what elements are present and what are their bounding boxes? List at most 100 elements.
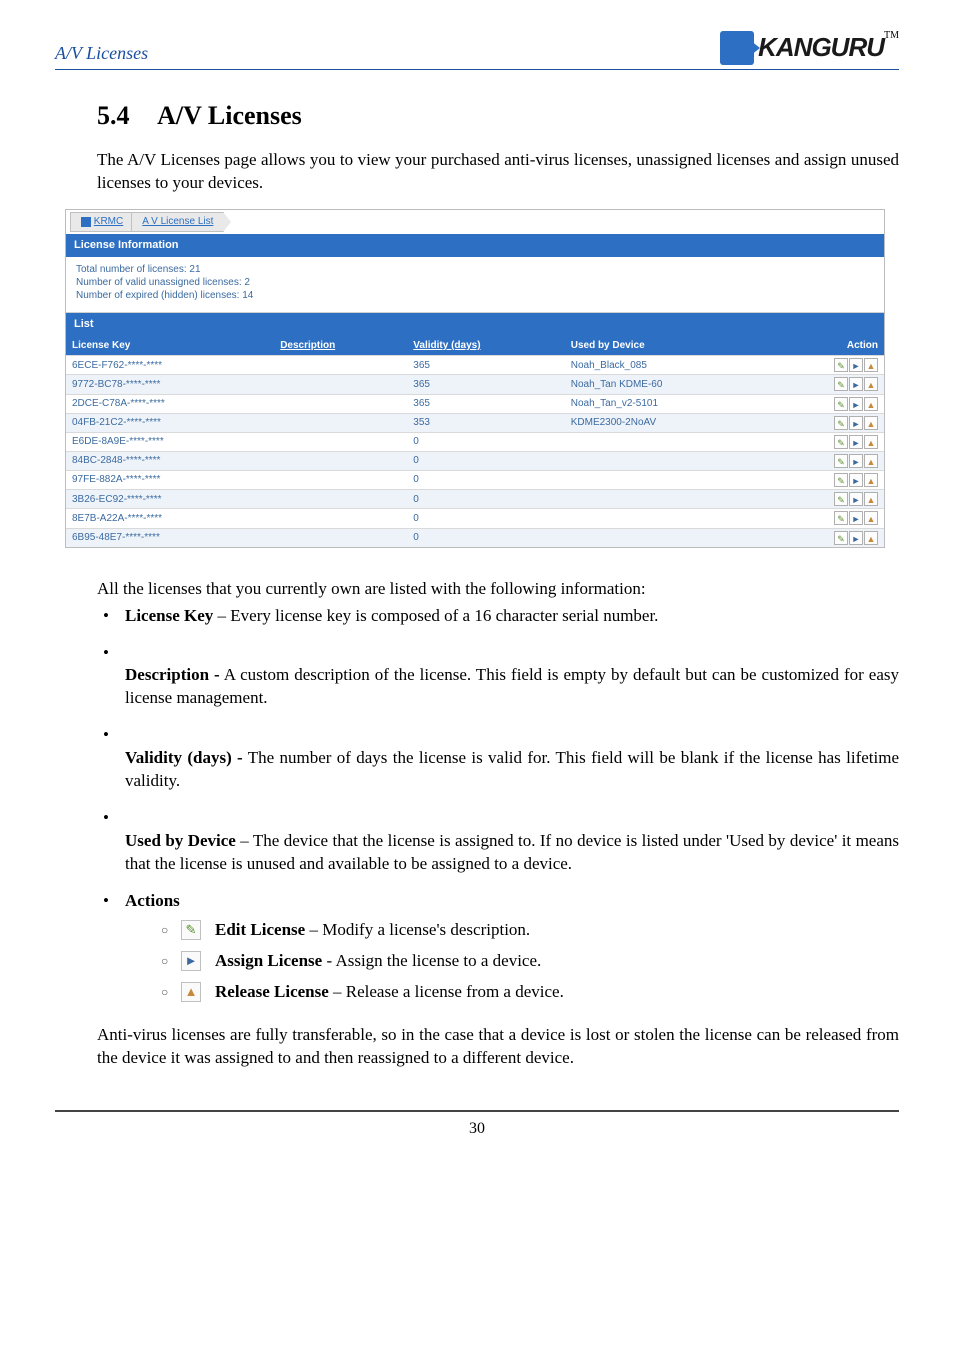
release-icon[interactable] bbox=[864, 454, 878, 468]
cell-used bbox=[565, 490, 771, 509]
release-icon[interactable] bbox=[864, 511, 878, 525]
cell-used bbox=[565, 528, 771, 547]
bullet-validity: Validity (days) - The number of days the… bbox=[97, 724, 899, 793]
cell-actions bbox=[771, 451, 884, 470]
section-title-text: A/V Licenses bbox=[157, 101, 302, 130]
cell-key: 6B95-48E7-****-**** bbox=[66, 528, 274, 547]
license-table: License Key Description Validity (days) … bbox=[66, 336, 884, 547]
cell-validity: 353 bbox=[407, 413, 564, 432]
table-row[interactable]: 6ECE-F762-****-**** 365Noah_Black_085 bbox=[66, 356, 884, 375]
expired-licenses-line: Number of expired (hidden) licenses: 14 bbox=[76, 289, 874, 302]
release-icon[interactable] bbox=[864, 492, 878, 506]
edit-icon[interactable] bbox=[834, 377, 848, 391]
release-icon: ▲ bbox=[181, 982, 201, 1002]
table-row[interactable]: 9772-BC78-****-****365Noah_Tan KDME-60 bbox=[66, 375, 884, 394]
cell-validity: 0 bbox=[407, 471, 564, 490]
cell-key: 9772-BC78-****-**** bbox=[66, 375, 274, 394]
cell-key: 3B26-EC92-****-**** bbox=[66, 490, 274, 509]
total-licenses-line: Total number of licenses: 21 bbox=[76, 263, 874, 276]
bullet-license-key: License Key – Every license key is compo… bbox=[97, 605, 899, 628]
brand-logo: KANGURU TM bbox=[720, 30, 899, 65]
release-icon[interactable] bbox=[864, 435, 878, 449]
trademark: TM bbox=[884, 29, 899, 43]
page-footer: 30 bbox=[55, 1110, 899, 1140]
cell-validity: 365 bbox=[407, 356, 564, 375]
col-key[interactable]: License Key bbox=[66, 336, 274, 356]
cell-validity: 0 bbox=[407, 432, 564, 451]
assign-icon[interactable] bbox=[849, 531, 863, 545]
home-icon bbox=[81, 217, 91, 227]
cell-key: 6ECE-F762-****-**** bbox=[66, 356, 274, 375]
license-info-header: License Information bbox=[66, 234, 884, 257]
logo-mark-icon bbox=[720, 31, 754, 65]
table-row[interactable]: 3B26-EC92-****-**** 0 bbox=[66, 490, 884, 509]
cell-used bbox=[565, 471, 771, 490]
assign-icon[interactable] bbox=[849, 492, 863, 506]
assign-icon[interactable] bbox=[849, 511, 863, 525]
cell-validity: 0 bbox=[407, 509, 564, 528]
unassigned-licenses-line: Number of valid unassigned licenses: 2 bbox=[76, 276, 874, 289]
release-icon[interactable] bbox=[864, 377, 878, 391]
cell-desc bbox=[274, 490, 407, 509]
table-head-row: License Key Description Validity (days) … bbox=[66, 336, 884, 356]
cell-key: 2DCE-C78A-****-**** bbox=[66, 394, 274, 413]
release-icon[interactable] bbox=[864, 358, 878, 372]
col-action: Action bbox=[771, 336, 884, 356]
release-icon[interactable] bbox=[864, 531, 878, 545]
table-row[interactable]: 84BC-2848-****-****0 bbox=[66, 451, 884, 470]
cell-validity: 0 bbox=[407, 490, 564, 509]
cell-actions bbox=[771, 394, 884, 413]
table-row[interactable]: 97FE-882A-****-**** 0 bbox=[66, 471, 884, 490]
logo-text: KANGURU bbox=[758, 30, 884, 65]
breadcrumb-home-label: KRMC bbox=[94, 215, 123, 229]
cell-used: Noah_Black_085 bbox=[565, 356, 771, 375]
release-icon[interactable] bbox=[864, 473, 878, 487]
breadcrumb-current[interactable]: A V License List bbox=[131, 212, 224, 232]
table-row[interactable]: 04FB-21C2-****-****353KDME2300-2NoAV bbox=[66, 413, 884, 432]
col-desc[interactable]: Description bbox=[274, 336, 407, 356]
edit-icon[interactable] bbox=[834, 435, 848, 449]
closing-paragraph: Anti-virus licenses are fully transferab… bbox=[97, 1024, 899, 1070]
section-heading: 5.4 A/V Licenses bbox=[97, 98, 899, 133]
cell-desc bbox=[274, 509, 407, 528]
assign-icon[interactable] bbox=[849, 435, 863, 449]
cell-used: KDME2300-2NoAV bbox=[565, 413, 771, 432]
edit-icon[interactable] bbox=[834, 492, 848, 506]
edit-icon[interactable] bbox=[834, 454, 848, 468]
table-row[interactable]: 2DCE-C78A-****-****365Noah_Tan_v2-5101 bbox=[66, 394, 884, 413]
edit-icon[interactable] bbox=[834, 416, 848, 430]
cell-desc bbox=[274, 375, 407, 394]
breadcrumb-home[interactable]: KRMC bbox=[70, 212, 134, 232]
cell-actions bbox=[771, 375, 884, 394]
cell-used bbox=[565, 509, 771, 528]
release-icon[interactable] bbox=[864, 416, 878, 430]
table-row[interactable]: 8E7B-A22A-****-****0 bbox=[66, 509, 884, 528]
assign-icon[interactable] bbox=[849, 473, 863, 487]
edit-icon[interactable] bbox=[834, 397, 848, 411]
breadcrumb: KRMC A V License List bbox=[66, 210, 884, 234]
edit-icon[interactable] bbox=[834, 473, 848, 487]
assign-icon[interactable] bbox=[849, 377, 863, 391]
cell-key: 97FE-882A-****-**** bbox=[66, 471, 274, 490]
col-validity[interactable]: Validity (days) bbox=[407, 336, 564, 356]
col-used[interactable]: Used by Device bbox=[565, 336, 771, 356]
assign-icon[interactable] bbox=[849, 454, 863, 468]
release-icon[interactable] bbox=[864, 397, 878, 411]
cell-used: Noah_Tan_v2-5101 bbox=[565, 394, 771, 413]
cell-desc bbox=[274, 356, 407, 375]
table-row[interactable]: E6DE-8A9E-****-**** 0 bbox=[66, 432, 884, 451]
intro-paragraph: The A/V Licenses page allows you to view… bbox=[97, 149, 899, 195]
cell-key: E6DE-8A9E-****-**** bbox=[66, 432, 274, 451]
assign-icon[interactable] bbox=[849, 397, 863, 411]
edit-icon[interactable] bbox=[834, 358, 848, 372]
assign-icon[interactable] bbox=[849, 358, 863, 372]
assign-icon[interactable] bbox=[849, 416, 863, 430]
cell-used bbox=[565, 432, 771, 451]
running-head: A/V Licenses bbox=[55, 41, 148, 65]
cell-desc bbox=[274, 451, 407, 470]
table-row[interactable]: 6B95-48E7-****-****0 bbox=[66, 528, 884, 547]
edit-icon[interactable] bbox=[834, 511, 848, 525]
edit-icon[interactable] bbox=[834, 531, 848, 545]
sub-assign-license: ○ ► Assign License - Assign the license … bbox=[161, 950, 899, 973]
cell-actions bbox=[771, 432, 884, 451]
